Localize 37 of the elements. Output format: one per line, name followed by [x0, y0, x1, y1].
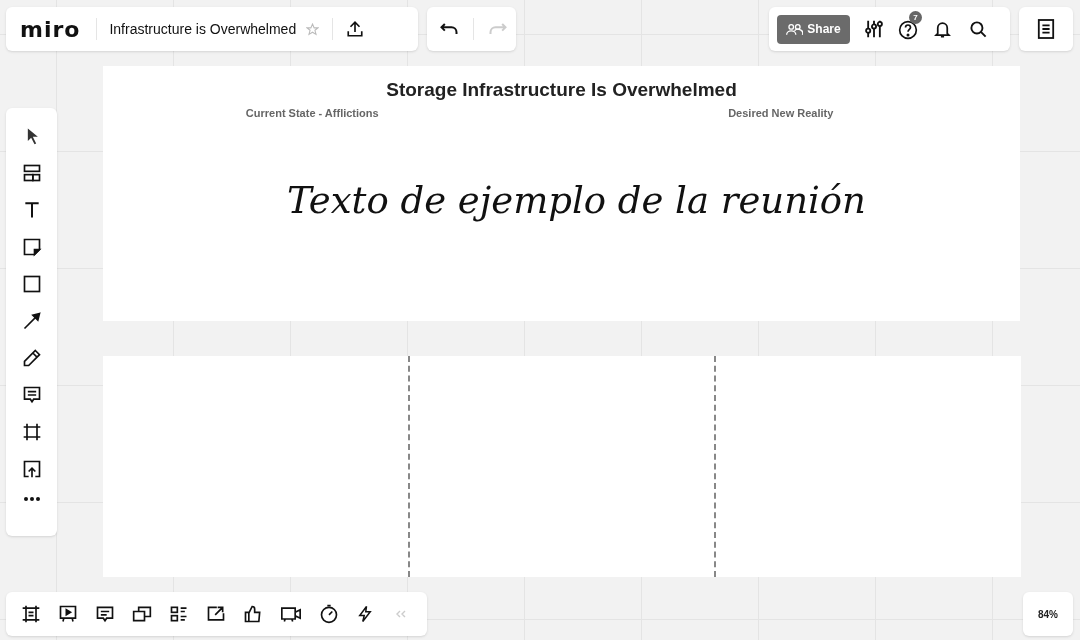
- comment-icon[interactable]: [95, 604, 115, 624]
- board-title[interactable]: Infrastructure is Overwhelmed: [109, 18, 297, 40]
- share-button[interactable]: Share: [777, 14, 850, 44]
- column-label: Desired New Reality: [728, 105, 834, 121]
- search-icon[interactable]: [969, 19, 988, 39]
- bell-icon[interactable]: [933, 19, 952, 39]
- logo[interactable]: miro: [20, 12, 81, 46]
- timer-icon[interactable]: [319, 604, 339, 624]
- notes-icon[interactable]: [1037, 19, 1055, 39]
- thumbs-up-icon[interactable]: [243, 604, 263, 624]
- presentation-icon[interactable]: [58, 604, 78, 624]
- star-icon[interactable]: [306, 22, 320, 36]
- lightning-icon[interactable]: [356, 604, 374, 624]
- handwritten-text: Texto de ejemplo de la reunión: [287, 178, 866, 224]
- column-label: Current State - Afflictions: [245, 105, 379, 121]
- notification-badge: 7: [909, 11, 922, 24]
- zoom-level[interactable]: 84%: [1038, 606, 1058, 622]
- rectangle-icon[interactable]: [21, 274, 42, 294]
- list-icon[interactable]: [169, 604, 189, 624]
- frame-icon[interactable]: [21, 422, 42, 442]
- sliders-icon[interactable]: [864, 19, 884, 39]
- upload-icon[interactable]: [346, 20, 365, 38]
- pen-icon[interactable]: [21, 348, 42, 368]
- undo-icon[interactable]: [439, 21, 459, 37]
- templates-icon[interactable]: [21, 163, 42, 183]
- more-icon[interactable]: [22, 496, 41, 502]
- upload-icon[interactable]: [21, 459, 42, 479]
- frame-title: Storage Infrastructure Is Overwhelmed: [386, 78, 737, 102]
- comment-icon[interactable]: [21, 385, 42, 405]
- video-icon[interactable]: [280, 604, 302, 624]
- cards-icon[interactable]: [132, 604, 152, 624]
- help-icon[interactable]: [898, 20, 918, 40]
- sticky-note-icon[interactable]: [21, 237, 42, 257]
- frame-icon[interactable]: [21, 604, 41, 624]
- people-icon: [786, 22, 804, 36]
- arrow-icon[interactable]: [21, 311, 42, 331]
- share-screen-icon[interactable]: [206, 604, 226, 624]
